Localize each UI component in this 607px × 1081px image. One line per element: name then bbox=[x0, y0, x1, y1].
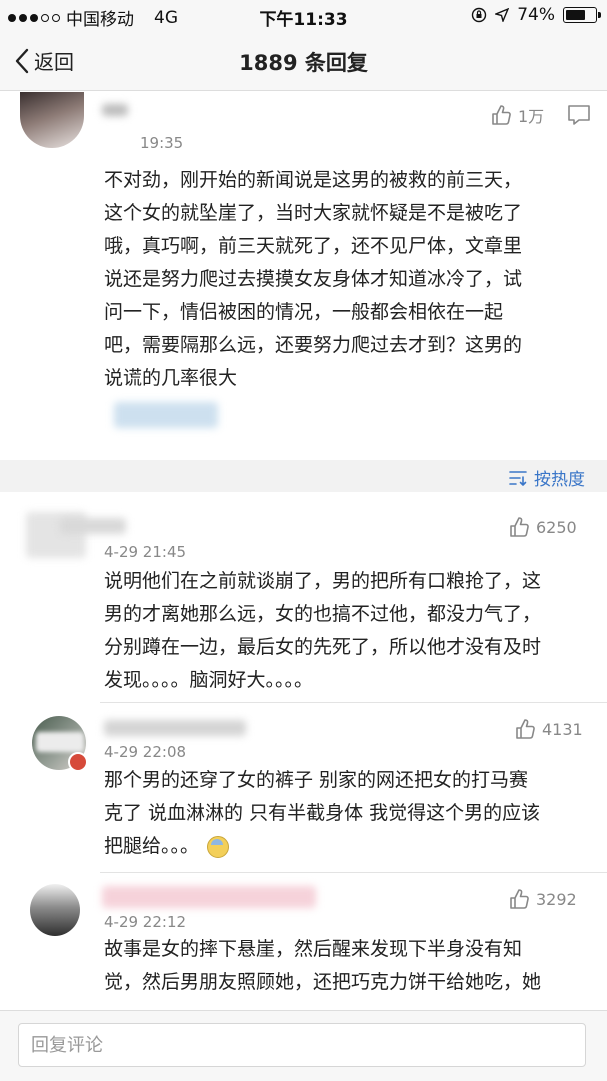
status-bar: 中国移动 4G 下午11:33 74% bbox=[0, 0, 607, 32]
like-button[interactable]: 4131 bbox=[514, 718, 583, 740]
thumbs-up-icon bbox=[510, 889, 529, 909]
comment-line: 把腿给。。。 bbox=[104, 830, 540, 863]
comment-text: 说明他们在之前就谈崩了，男的把所有口粮抢了，这 男的才离她那么远，女的也搞不过他… bbox=[104, 565, 541, 697]
like-button[interactable]: 3292 bbox=[508, 888, 577, 910]
divider bbox=[100, 702, 607, 703]
comment-time: 4-29 22:08 bbox=[104, 743, 187, 761]
location-icon bbox=[495, 8, 510, 22]
username-redacted bbox=[60, 518, 126, 534]
username-redacted bbox=[104, 720, 246, 736]
sort-icon bbox=[509, 470, 527, 486]
username-redacted bbox=[102, 886, 316, 908]
comment-line: 问一下，情侣被困的情况，一般都会相依在一起 bbox=[104, 301, 504, 323]
comment-line: 分别蹲在一边，最后女的先死了，所以他才没有及时 bbox=[104, 636, 542, 658]
battery-percent: 74% bbox=[517, 5, 555, 25]
comment-text: 不对劲，刚开始的新闻说是这男的被救的前三天， 这个女的就坠崖了，当时大家就怀疑是… bbox=[104, 164, 522, 395]
like-count: 6250 bbox=[536, 517, 577, 537]
reply-input-bar bbox=[0, 1010, 607, 1081]
comment-line: 吧，需要隔那么远，还要努力爬过去才到？这男的 bbox=[104, 334, 523, 356]
comment-bubble-icon[interactable] bbox=[567, 104, 591, 126]
avatar-redacted bbox=[36, 732, 84, 752]
sort-bar: 按热度 bbox=[0, 460, 607, 492]
comment-line: 哦，真巧啊，前三天就死了，还不见尸体，文章里 bbox=[104, 235, 523, 257]
cold-sweat-emoji-icon bbox=[207, 835, 230, 858]
comment-line: 说谎的几率很大 bbox=[104, 367, 238, 389]
comment-line: 发现。。。。脑洞好大。。。。 bbox=[104, 669, 314, 691]
comment-line: 觉，然后男朋友照顾她，还把巧克力饼干给她吃，她 bbox=[104, 971, 542, 993]
username-redacted bbox=[102, 104, 128, 116]
badge-icon bbox=[68, 752, 88, 772]
comment-line: 那个男的还穿了女的裤子 别家的网还把女的打马赛 bbox=[104, 769, 529, 791]
sort-by-popularity-button[interactable]: 按热度 bbox=[508, 465, 585, 490]
like-button[interactable]: 1万 bbox=[490, 103, 544, 127]
battery-icon bbox=[563, 7, 601, 23]
comment-text: 那个男的还穿了女的裤子 别家的网还把女的打马赛 克了 说血淋淋的 只有半截身体 … bbox=[104, 764, 540, 863]
redacted-footer bbox=[114, 402, 218, 428]
comment-time: 4-29 21:45 bbox=[104, 543, 187, 561]
comment-line: 不对劲，刚开始的新闻说是这男的被救的前三天， bbox=[104, 169, 523, 191]
comment-text: 故事是女的摔下悬崖，然后醒来发现下半身没有知 觉，然后男朋友照顾她，还把巧克力饼… bbox=[104, 933, 541, 999]
comment-time: 4-29 22:12 bbox=[104, 913, 187, 931]
like-button[interactable]: 6250 bbox=[508, 516, 577, 538]
reply-input[interactable] bbox=[18, 1023, 586, 1067]
lock-rotation-icon bbox=[472, 7, 487, 23]
sort-label: 按热度 bbox=[534, 470, 585, 490]
avatar[interactable] bbox=[30, 884, 80, 936]
navigation-bar: 返回 1889 条回复 bbox=[0, 32, 607, 91]
like-count: 1万 bbox=[518, 107, 545, 126]
comment-line: 说还是努力爬过去摸摸女友身体才知道冰冷了，试 bbox=[104, 268, 523, 290]
comment-line: 克了 说血淋淋的 只有半截身体 我觉得这个男的应该 bbox=[104, 802, 541, 824]
comment-line: 说明他们在之前就谈崩了，男的把所有口粮抢了，这 bbox=[104, 570, 542, 592]
thumbs-up-icon bbox=[492, 105, 511, 125]
thumbs-up-icon bbox=[516, 719, 535, 739]
comment-line: 故事是女的摔下悬崖，然后醒来发现下半身没有知 bbox=[104, 938, 523, 960]
comment-line: 这个女的就坠崖了，当时大家就怀疑是不是被吃了 bbox=[104, 202, 523, 224]
like-count: 3292 bbox=[536, 889, 577, 909]
page-title: 1889 条回复 bbox=[239, 51, 368, 75]
divider bbox=[100, 872, 607, 873]
like-count: 4131 bbox=[542, 719, 583, 739]
comment-line-text: 把腿给。。。 bbox=[104, 835, 200, 857]
comment-time: 19:35 bbox=[140, 134, 184, 152]
comment-line: 男的才离她那么远，女的也搞不过他，都没力气了， bbox=[104, 603, 542, 625]
avatar[interactable] bbox=[20, 92, 84, 148]
thumbs-up-icon bbox=[510, 517, 529, 537]
